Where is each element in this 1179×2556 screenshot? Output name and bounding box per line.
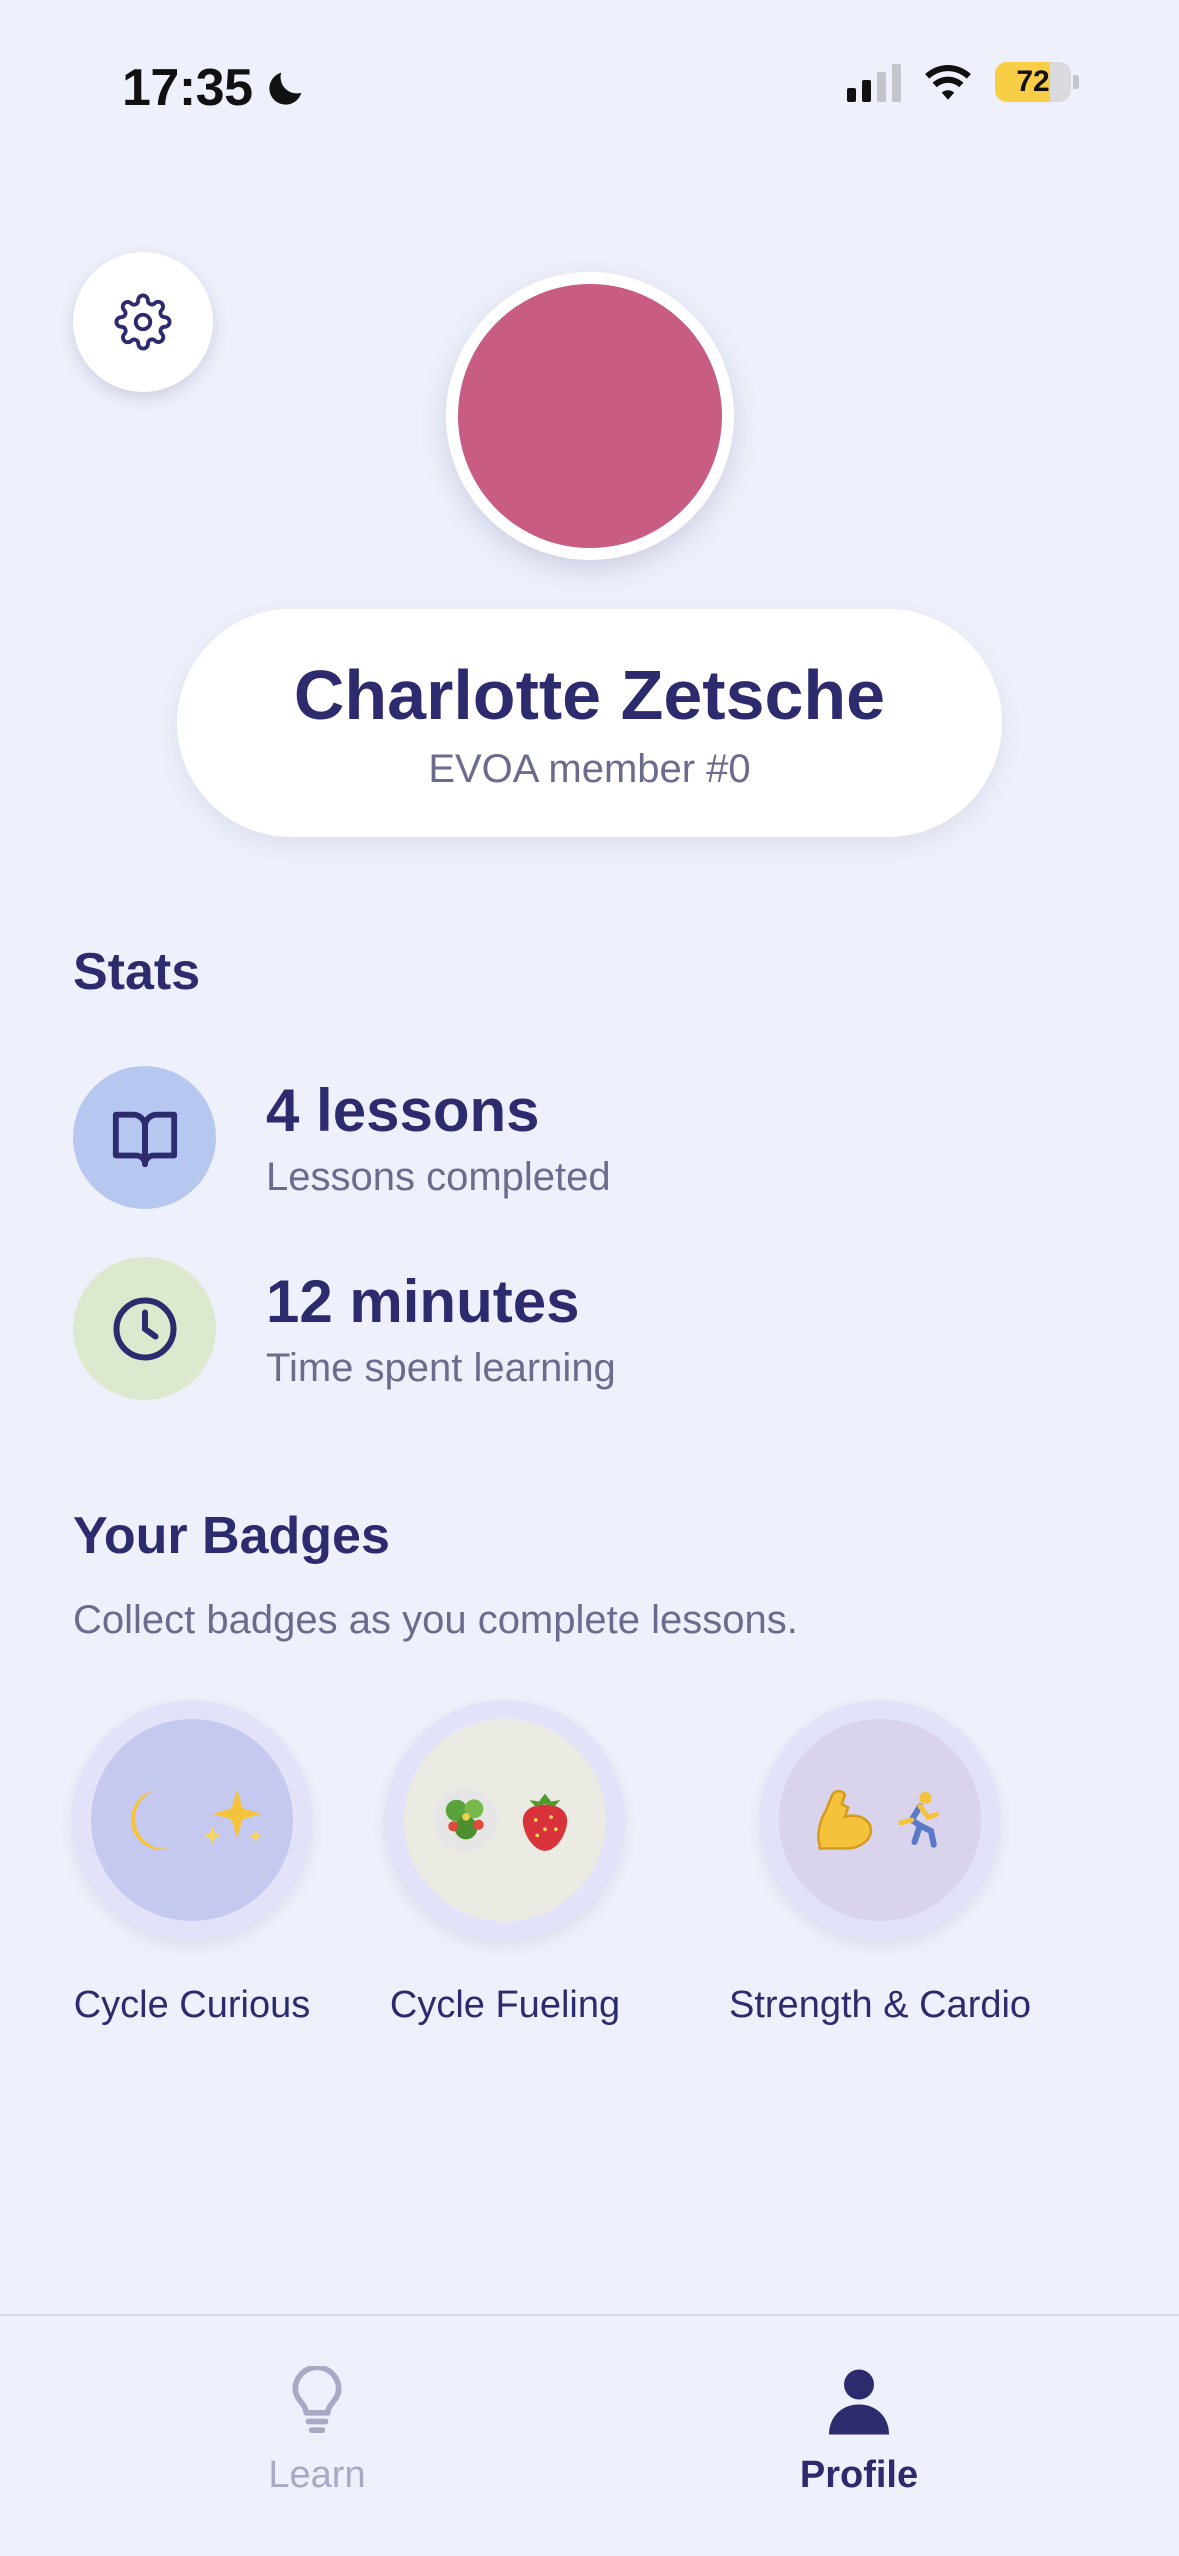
stat-lessons-value: 4 lessons [266, 1076, 540, 1144]
avatar[interactable] [446, 272, 734, 560]
tab-learn-label: Learn [268, 2454, 366, 2496]
stats-title: Stats [73, 943, 201, 1001]
status-time: 17:35 [122, 58, 309, 118]
battery-level: 72 [1016, 65, 1050, 98]
salad-icon [434, 1788, 498, 1852]
wifi-icon [925, 64, 971, 100]
stat-time-value: 12 minutes [266, 1267, 580, 1335]
profile-name-card: Charlotte Zetsche EVOA member #0 [177, 609, 1002, 837]
person-icon [829, 2369, 889, 2435]
tab-bar: Learn Profile [0, 2314, 1179, 2556]
tab-profile-label: Profile [799, 2454, 919, 2496]
book-open-icon [112, 1111, 177, 1167]
strawberry-icon [522, 1793, 568, 1851]
lightbulb-icon [292, 2366, 342, 2433]
badge-cycle-fueling-label: Cycle Fueling [389, 1984, 621, 2026]
badges-title: Your Badges [73, 1507, 390, 1565]
stat-time-label: Time spent learning [266, 1345, 616, 1390]
clock-icon [113, 1297, 176, 1360]
badge-strength-cardio-label: Strength & Cardio [729, 1984, 1032, 2026]
flexed-biceps-icon [817, 1789, 873, 1850]
badges-subtitle: Collect badges as you complete lessons. [73, 1598, 798, 1642]
avatar-image [458, 284, 722, 548]
badge-strength-cardio-art [779, 1719, 982, 1921]
stat-lessons-icon-circle [73, 1066, 216, 1209]
badge-strength-cardio[interactable]: Strength & Cardio [729, 1700, 1031, 2027]
stat-time: 12 minutes Time spent learning [73, 1257, 616, 1400]
stat-lessons: 4 lessons Lessons completed [73, 1066, 611, 1209]
badge-cycle-fueling[interactable]: Cycle Fueling [385, 1700, 625, 2027]
gear-icon [114, 293, 172, 351]
woman-running-icon [898, 1791, 940, 1848]
badge-cycle-fueling-art [404, 1719, 606, 1921]
status-indicators: 72 [847, 62, 1079, 102]
badge-cycle-curious[interactable]: Cycle Curious [72, 1700, 312, 2027]
tab-profile[interactable]: Profile [709, 2366, 1009, 2497]
stat-lessons-label: Lessons completed [266, 1154, 611, 1199]
moon-icon [268, 72, 301, 105]
profile-name: Charlotte Zetsche [293, 656, 886, 734]
stat-time-icon-circle [73, 1257, 216, 1400]
profile-screen: 17:35 72 Charlotte Zetsche EVOA member #… [0, 0, 1179, 2556]
tab-learn[interactable]: Learn [167, 2366, 467, 2497]
badge-cycle-curious-label: Cycle Curious [73, 1984, 311, 2026]
crescent-moon-icon [130, 1790, 170, 1850]
settings-button[interactable] [73, 252, 213, 392]
status-time-text: 17:35 [122, 59, 253, 117]
sparkles-icon [203, 1789, 263, 1845]
cellular-signal-icon [847, 62, 901, 102]
battery-icon: 72 [995, 62, 1071, 102]
member-number: EVOA member #0 [428, 747, 751, 791]
badge-cycle-curious-art [91, 1719, 293, 1921]
